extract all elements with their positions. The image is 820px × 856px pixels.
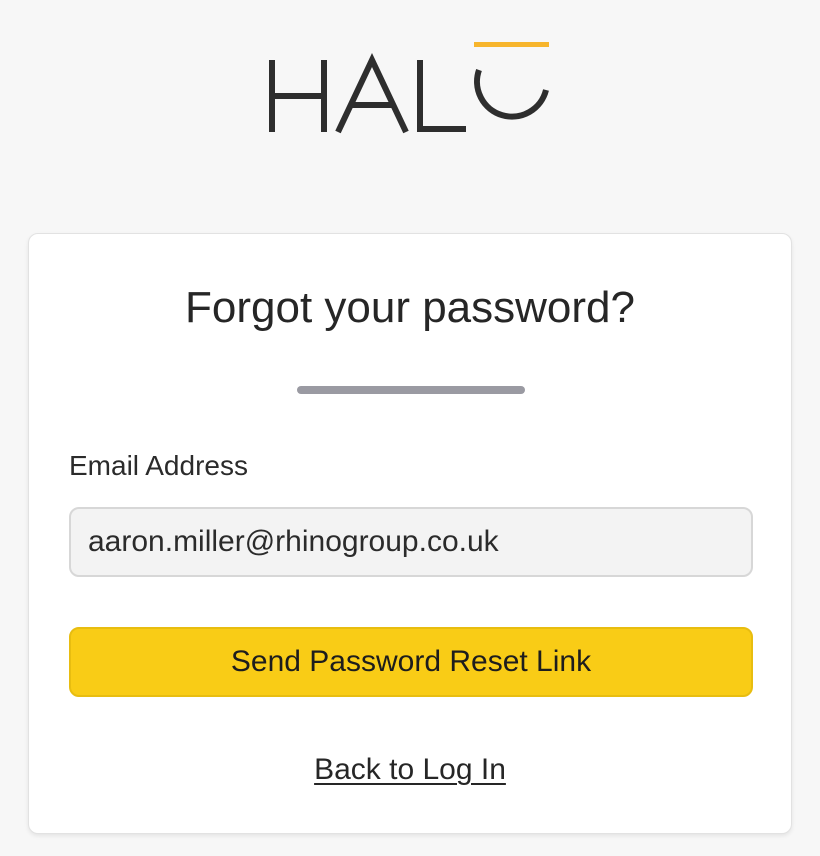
- email-label: Email Address: [69, 450, 248, 481]
- title-divider: [297, 386, 525, 394]
- back-to-login-link[interactable]: Back to Log In: [314, 753, 506, 786]
- forgot-password-card: Forgot your password? Email Address Send…: [28, 233, 792, 834]
- logo-text: HALO: [552, 40, 553, 41]
- halo-logo: HALO: [268, 40, 552, 136]
- page-title: Forgot your password?: [185, 283, 635, 332]
- back-link-container: Back to Log In: [29, 750, 791, 790]
- email-field[interactable]: [69, 507, 753, 577]
- halo-logo-mark: [269, 42, 549, 134]
- send-reset-link-button[interactable]: Send Password Reset Link: [69, 627, 753, 697]
